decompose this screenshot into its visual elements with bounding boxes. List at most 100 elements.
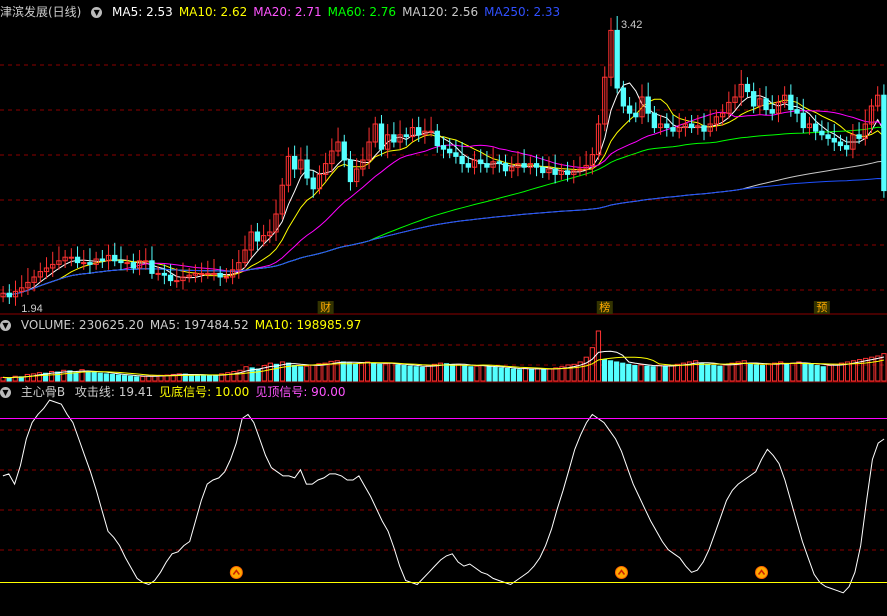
legend-item: MA60: 2.76 <box>327 5 397 19</box>
volume-bar <box>595 330 602 382</box>
candle-body <box>391 134 397 143</box>
legend-item: MA10: 198985.97 <box>254 318 362 332</box>
volume-bar <box>109 373 116 382</box>
volume-bar <box>857 359 863 382</box>
indicator-name: 主心骨B <box>20 385 66 399</box>
indicator-panel-toggle-icon[interactable]: ▼ <box>0 387 11 398</box>
candle-body <box>465 163 471 168</box>
candle-body <box>856 134 862 139</box>
volume-indicator-legend: VOLUME: 230625.20 MA5: 197484.52 MA10: 198… <box>21 318 368 332</box>
candle-body <box>521 163 527 168</box>
price-panel-header: 津滨发展(日线) ▼ MA5: 2.53 MA10: 2.62 MA20: 2.71… <box>0 4 572 20</box>
volume-bar <box>225 372 231 382</box>
candle-body <box>701 125 707 132</box>
volume-bar <box>553 367 559 382</box>
candle-body <box>223 276 230 279</box>
volume-bar <box>85 370 91 382</box>
legend-item: MA120: 2.56 <box>402 5 479 19</box>
volume-bar <box>510 368 516 382</box>
volume-bar <box>255 368 261 382</box>
candle-body <box>831 137 837 143</box>
volume-bar <box>352 363 359 382</box>
volume-bar <box>656 365 662 382</box>
candle-body <box>254 231 261 242</box>
volume-bar <box>103 373 109 382</box>
indicator-lines <box>0 399 887 594</box>
candle-body <box>149 260 155 274</box>
candle-body <box>459 155 465 165</box>
volume-bar <box>419 366 425 382</box>
volume-bar <box>607 360 614 382</box>
candle-body <box>812 123 819 132</box>
volume-bar <box>456 363 462 382</box>
stock-chart[interactable]: 3.42 1.94 财 榜 预 <box>0 0 887 616</box>
volume-bar <box>504 368 510 382</box>
candle-body <box>124 262 130 265</box>
volume-bar <box>765 363 772 382</box>
price-indicator-legend: MA5: 2.53 MA10: 2.62 MA20: 2.71 MA60: 2.76 M… <box>112 5 566 19</box>
candlesticks[interactable] <box>0 16 887 306</box>
volume-bar <box>200 374 207 382</box>
volume-bar <box>474 365 480 382</box>
volume-bar <box>425 365 431 382</box>
candle-body <box>161 272 168 276</box>
volume-bar <box>121 375 128 382</box>
legend-item: MA5: 2.53 <box>112 5 173 19</box>
volume-panel-toggle-icon[interactable]: ▼ <box>0 320 11 331</box>
volume-bar <box>340 361 346 382</box>
attack-line <box>2 399 885 594</box>
ma120-line <box>2 160 884 296</box>
candle-body <box>112 254 118 262</box>
candle-body <box>825 134 831 139</box>
volume-bar <box>24 373 30 382</box>
candle-body <box>211 272 217 275</box>
volume-bar <box>267 362 273 382</box>
candle-body <box>478 159 484 165</box>
candle-body <box>651 112 658 129</box>
legend-item: 攻击线: 19.41 <box>74 385 154 399</box>
volume-bar <box>468 366 474 382</box>
volume-bar <box>662 365 668 382</box>
volume-bar <box>717 365 723 382</box>
candle-body <box>744 83 751 93</box>
volume-bar <box>292 365 298 382</box>
volume-bar <box>863 357 869 382</box>
volume-bar <box>413 366 419 382</box>
volume-bar <box>784 363 790 382</box>
bottom-signal-icon <box>755 566 769 579</box>
volume-bar <box>316 363 322 382</box>
candle-body <box>310 177 316 190</box>
volume-bar <box>875 355 881 382</box>
candle-body <box>800 112 806 129</box>
volume-bar <box>535 368 541 382</box>
volume-bar <box>711 365 717 382</box>
legend-item: MA20: 2.71 <box>253 5 322 19</box>
candle-body <box>645 96 651 114</box>
volume-bar <box>97 372 103 382</box>
candle-body <box>502 163 509 172</box>
volume-bar <box>231 370 237 382</box>
volume-bar <box>346 362 352 382</box>
candle-body <box>881 94 887 192</box>
candle-body <box>68 256 75 259</box>
legend-item: VOLUME: 230625.20 <box>20 318 144 332</box>
price-min-label: 1.94 <box>21 303 42 315</box>
volume-bar <box>699 362 705 382</box>
candle-body <box>416 127 422 136</box>
volume-bar <box>273 363 280 382</box>
volume-bar <box>395 364 401 382</box>
event-marker: 财 <box>320 300 331 314</box>
legend-item: 见顶信号: 90.00 <box>255 385 346 399</box>
volume-bar <box>747 363 753 382</box>
volume-bar <box>213 375 219 382</box>
dropdown-toggle-icon[interactable]: ▼ <box>91 7 103 18</box>
candle-body <box>205 272 211 275</box>
volume-bar <box>407 365 413 382</box>
volume-bar <box>869 356 875 382</box>
candle-body <box>81 262 87 265</box>
volume-bar <box>644 365 650 382</box>
candle-body <box>291 155 298 170</box>
indicator-signal-marks[interactable] <box>229 566 887 579</box>
volume-bar <box>36 372 43 382</box>
volume-bar <box>194 374 201 382</box>
